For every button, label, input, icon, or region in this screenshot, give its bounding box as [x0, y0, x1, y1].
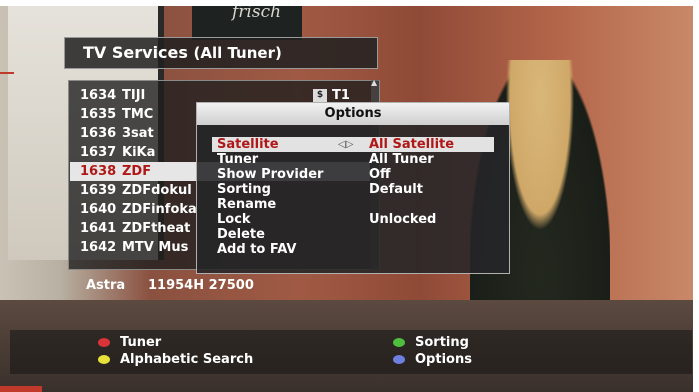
option-show-provider[interactable]: Show Provider Off	[212, 167, 494, 182]
channel-number: 1638	[80, 164, 117, 179]
channel-name: ZDFdokul	[122, 183, 192, 198]
channel-number: 1634	[80, 88, 117, 103]
channel-number: 1640	[80, 202, 117, 217]
key-label: Options	[415, 352, 472, 367]
option-add-to-fav[interactable]: Add to FAV	[212, 242, 494, 257]
channel-name: ZDFinfoka	[122, 202, 197, 217]
option-value: All Satellite	[369, 137, 455, 152]
option-value: Off	[369, 167, 391, 182]
blue-button-icon	[393, 355, 405, 364]
channel-number: 1635	[80, 107, 117, 122]
option-label: Add to FAV	[217, 242, 297, 257]
channel-number: 1639	[80, 183, 117, 198]
channel-number: 1641	[80, 221, 117, 236]
option-label: Lock	[217, 212, 251, 227]
options-title: Options	[197, 103, 509, 125]
color-key-bar	[10, 330, 692, 374]
frame-edge-right	[693, 0, 699, 392]
scrambled-icon: $	[313, 89, 327, 102]
option-value: All Tuner	[369, 152, 434, 167]
option-lock[interactable]: Lock Unlocked	[212, 212, 494, 227]
scroll-up-icon[interactable]: ▲	[371, 78, 377, 87]
option-label: Sorting	[217, 182, 271, 197]
option-label: Satellite	[217, 137, 279, 152]
option-label: Tuner	[217, 152, 259, 167]
services-title: TV Services	[83, 43, 188, 62]
option-delete[interactable]: Delete	[212, 227, 494, 242]
option-satellite[interactable]: Satellite ◁▷ All Satellite	[212, 137, 494, 152]
green-button-icon	[393, 338, 405, 347]
yellow-button-icon	[98, 355, 110, 364]
services-subtitle: (All Tuner)	[193, 44, 282, 62]
option-value: Default	[369, 182, 423, 197]
key-label: Tuner	[120, 335, 162, 350]
option-label: Delete	[217, 227, 265, 242]
accent-corner	[0, 386, 42, 392]
channel-number: 1637	[80, 145, 117, 160]
services-title-bar: TV Services (All Tuner)	[64, 37, 378, 69]
transponder-info: 11954H 27500	[148, 278, 254, 293]
option-label: Rename	[217, 197, 277, 212]
option-sorting[interactable]: Sorting Default	[212, 182, 494, 197]
channel-name: TIJI	[122, 88, 146, 103]
channel-name: 3sat	[122, 126, 154, 141]
option-rename[interactable]: Rename	[212, 197, 494, 212]
accent-line	[0, 72, 14, 74]
frame-edge-top	[0, 0, 699, 6]
option-tuner[interactable]: Tuner All Tuner	[212, 152, 494, 167]
key-label: Alphabetic Search	[120, 352, 254, 367]
channel-number: 1642	[80, 240, 117, 255]
channel-name: ZDF	[122, 164, 152, 179]
channel-name: MTV Mus	[122, 240, 189, 255]
channel-name: KiKa	[122, 145, 156, 160]
channel-name: TMC	[122, 107, 154, 122]
option-label: Show Provider	[217, 167, 324, 182]
satellite-name: Astra	[86, 278, 126, 293]
red-button-icon	[98, 338, 110, 347]
channel-name: ZDFtheat	[122, 221, 191, 236]
key-label: Sorting	[415, 335, 469, 350]
channel-number: 1636	[80, 126, 117, 141]
left-right-arrows-icon: ◁▷	[338, 139, 354, 150]
option-value: Unlocked	[369, 212, 437, 227]
tv-screen: frisch TV Services (All Tuner) ▲ 1634 TI…	[0, 0, 699, 392]
